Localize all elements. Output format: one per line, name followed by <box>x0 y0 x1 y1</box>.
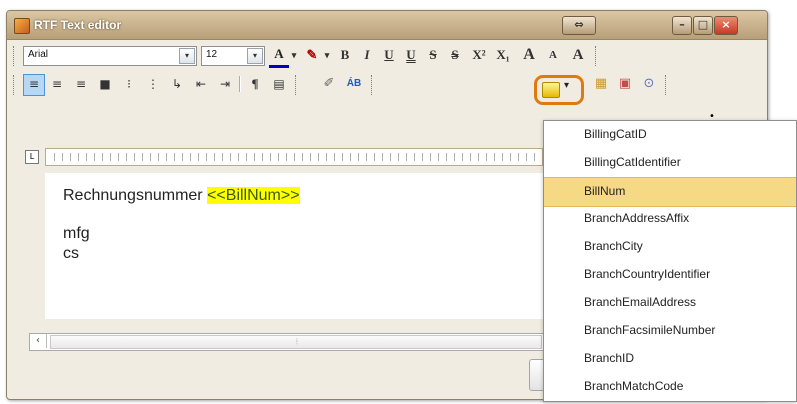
chevron-down-icon[interactable]: ▾ <box>290 45 298 65</box>
field-item[interactable]: BranchMatchCode <box>544 373 796 401</box>
document-line: Rechnungsnummer <<BillNum>> <box>63 187 300 205</box>
field-item[interactable]: BranchAddressAffix <box>544 205 796 233</box>
ruler-ticks <box>54 153 542 161</box>
fields-dropdown[interactable]: • BillingCatID BillingCatIdentifier Bill… <box>543 111 797 402</box>
toolbar-separator <box>239 76 241 92</box>
tab-stop-icon[interactable]: L <box>25 150 39 164</box>
change-case-button[interactable]: A <box>568 45 588 65</box>
image-icon[interactable]: ▣ <box>615 74 635 94</box>
insert-field-icon <box>542 82 560 98</box>
underline-button[interactable]: U <box>380 45 398 65</box>
multilevel-list-icon[interactable]: ↳ <box>167 74 187 94</box>
window-title: RTF Text editor <box>34 18 122 32</box>
show-formatting-button[interactable]: ¶ <box>245 74 265 94</box>
toolbar-grip[interactable] <box>371 75 375 95</box>
font-color-button[interactable]: A <box>269 45 289 68</box>
field-item[interactable]: BillingCatIdentifier <box>544 149 796 177</box>
scroll-left-icon[interactable]: ‹ <box>30 334 47 348</box>
increase-indent-icon[interactable]: ⇥ <box>215 74 235 94</box>
numbered-list-icon[interactable]: ⋮ <box>143 74 163 94</box>
subscript-button[interactable]: X₁ <box>492 45 514 65</box>
insert-field-button[interactable]: ▾ <box>534 75 584 105</box>
document-editor[interactable]: Rechnungsnummer <<BillNum>> mfg cs <box>45 173 543 319</box>
double-underline-button[interactable]: U <box>402 45 420 65</box>
strikethrough-button[interactable]: S <box>424 45 442 65</box>
italic-button[interactable]: I <box>358 45 376 65</box>
toolbar-grip[interactable] <box>13 46 17 66</box>
field-item[interactable]: BillingCatID <box>544 121 796 149</box>
restore-button[interactable]: ⇔ <box>562 16 596 35</box>
align-left-icon[interactable]: ≡ <box>23 74 45 96</box>
close-icon: × <box>721 18 731 31</box>
line-text: Rechnungsnummer <box>63 187 208 204</box>
decrease-indent-icon[interactable]: ⇤ <box>191 74 211 94</box>
document-line: cs <box>63 245 79 262</box>
chevron-down-icon[interactable]: ▾ <box>179 48 195 64</box>
close-button[interactable]: × <box>714 16 738 35</box>
font-size-select[interactable]: 12 ▾ <box>201 46 265 66</box>
title-bar[interactable]: RTF Text editor ⇔ – □ × <box>7 11 767 40</box>
table-icon[interactable]: ▦ <box>591 74 611 94</box>
toolbar-grip[interactable] <box>13 75 17 95</box>
scroll-thumb[interactable]: ⦙ <box>50 335 542 349</box>
highlight-color-button[interactable]: ✎ <box>302 45 322 65</box>
chevron-down-icon[interactable]: ▾ <box>323 45 331 65</box>
superscript-button[interactable]: X² <box>468 45 490 65</box>
field-item[interactable]: BranchFacsimileNumber <box>544 317 796 345</box>
merge-field[interactable]: <<BillNum>> <box>207 187 300 204</box>
toolbar-grip[interactable] <box>665 75 669 95</box>
ruler-bar: L <box>13 145 543 169</box>
bullet-list-icon[interactable]: ⁝ <box>119 74 139 94</box>
field-item[interactable]: BranchCity <box>544 233 796 261</box>
toolbar-grip[interactable] <box>595 46 599 66</box>
horizontal-ruler[interactable] <box>45 148 543 166</box>
maximize-icon: □ <box>697 18 709 31</box>
document-line: mfg <box>63 225 90 242</box>
field-item[interactable]: BranchCountryIdentifier <box>544 261 796 289</box>
font-family-value: Arial <box>28 49 49 60</box>
align-right-icon[interactable]: ≡ <box>71 74 91 94</box>
double-strikethrough-button[interactable]: S <box>446 45 464 65</box>
grow-font-button[interactable]: A <box>518 45 540 65</box>
field-item-selected[interactable]: BillNum <box>544 177 796 207</box>
paragraph-settings-icon[interactable]: ▤ <box>269 74 289 94</box>
maximize-button[interactable]: □ <box>693 16 713 35</box>
spell-check-icon[interactable]: ÁB <box>343 74 365 94</box>
minimize-button[interactable]: – <box>672 16 692 35</box>
shrink-font-button[interactable]: A <box>543 45 563 65</box>
formatting-toolbar: Arial ▾ 12 ▾ A ▾ ✎ ▾ B I U U S S X² X₁ A… <box>13 44 671 68</box>
eraser-icon[interactable]: ✐ <box>319 74 339 94</box>
restore-icon: ⇔ <box>574 18 584 31</box>
field-item[interactable]: BranchEmailAddress <box>544 289 796 317</box>
horizontal-scrollbar[interactable]: ‹ ⦙ <box>29 333 545 351</box>
grip-icon: ⦙ <box>296 337 298 346</box>
font-size-value: 12 <box>206 49 218 60</box>
print-preview-icon[interactable]: ⊙ <box>639 74 659 94</box>
toolbar-grip[interactable] <box>295 75 299 95</box>
bold-button[interactable]: B <box>336 45 354 65</box>
minimize-icon: – <box>679 18 685 31</box>
field-item[interactable]: BranchID <box>544 345 796 373</box>
align-center-icon[interactable]: ≡ <box>47 74 67 94</box>
chevron-down-icon: ▾ <box>564 80 570 91</box>
font-family-select[interactable]: Arial ▾ <box>23 46 197 66</box>
rtf-app-icon <box>14 18 30 34</box>
justify-icon[interactable]: ■ <box>95 74 115 94</box>
chevron-down-icon[interactable]: ▾ <box>247 48 263 64</box>
